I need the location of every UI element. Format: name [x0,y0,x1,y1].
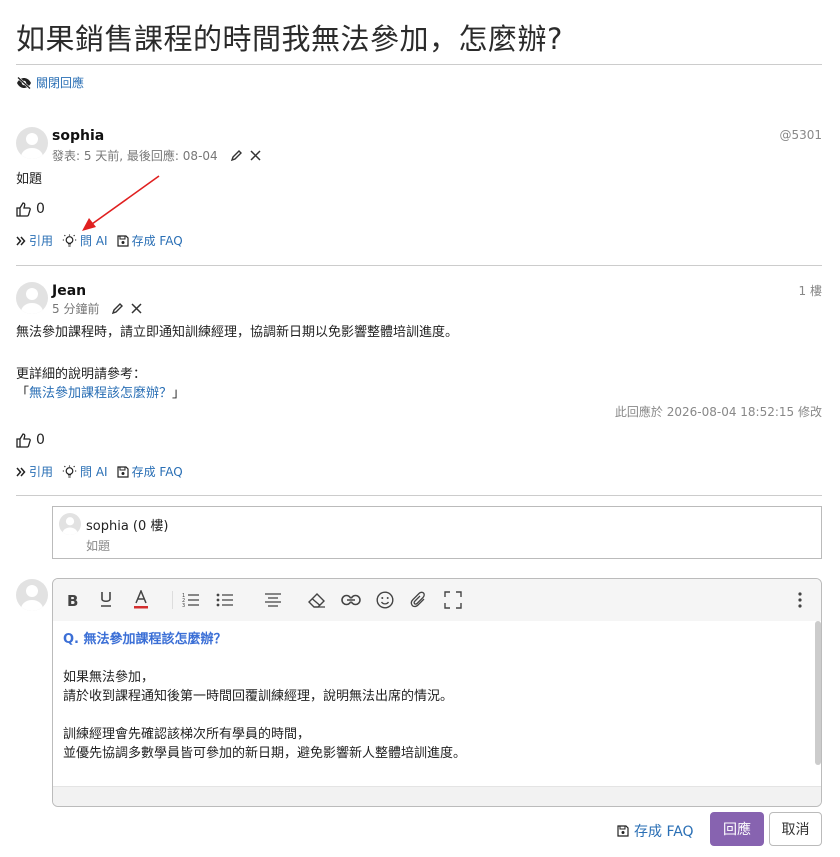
editor-scrollbar[interactable] [815,621,821,765]
like-button[interactable]: 0 [16,201,45,217]
align-center-icon[interactable] [261,588,285,612]
editor-paragraph-line: 並優先協調多數學員皆可參加的新日期，避免影響新人整體培訓進度。 [63,746,467,761]
quote-button[interactable]: 引用 [16,232,53,249]
close-reply-label: 關閉回應 [36,76,85,90]
post-body-line: 無法參加課程時，請立即通知訓練經理，協調新日期以免影響整體培訓進度。 [16,325,459,340]
font-color-icon[interactable] [129,588,153,612]
avatar [16,579,48,611]
reply-button[interactable]: 回應 [710,812,764,846]
post-body: 如題 [16,172,43,187]
reply-editor: B 123 Q. 無法參加課程該怎麼辦？ 如果無法參加， 請於收到課程通知後第一… [52,578,822,807]
title-divider [16,64,822,65]
thumbs-up-icon [16,432,31,448]
save-icon [116,234,129,247]
bullet-list-icon[interactable] [213,588,237,612]
reference-link[interactable]: 無法參加課程該怎麼辦？ [29,386,172,401]
svg-text:3: 3 [182,603,185,608]
page-title: 如果銷售課程的時間我無法參加，怎麼辦? [16,22,563,56]
quote-button[interactable]: 引用 [16,463,53,480]
like-button[interactable]: 0 [16,432,45,448]
more-icon[interactable] [788,588,812,612]
lightbulb-icon [62,234,77,247]
editor-text-area[interactable]: Q. 無法參加課程該怎麼辦？ 如果無法參加， 請於收到課程通知後第一時間回覆訓練… [53,621,817,787]
editor-paragraph-line: 如果無法參加， [63,670,155,685]
avatar[interactable] [16,127,48,159]
reference-line: 「無法參加課程該怎麼辦？」 [16,386,186,401]
post-floor: @5301 [779,128,822,142]
post-body-line: 更詳細的說明請參考： [16,367,147,382]
pencil-icon[interactable] [230,149,243,162]
ask-ai-button[interactable]: 問 AI [62,232,108,249]
fullscreen-icon[interactable] [441,588,465,612]
save-faq-button[interactable]: 存成 FAQ [617,821,694,841]
save-icon [116,465,129,478]
save-faq-button[interactable]: 存成 FAQ [116,463,183,480]
close-icon[interactable] [130,302,143,315]
save-faq-button[interactable]: 存成 FAQ [116,232,183,249]
post-meta: 5 分鐘前 [52,300,143,317]
avatar[interactable] [16,282,48,314]
thumbs-up-icon [16,201,31,217]
ordered-list-icon[interactable]: 123 [179,588,203,612]
editor-paragraph-line: 請於收到課程通知後第一時間回覆訓練經理，說明無法出席的情況。 [63,689,454,704]
attachment-icon[interactable] [407,588,431,612]
bold-icon[interactable]: B [60,588,84,612]
editor-resize-bar[interactable] [53,786,821,806]
post-author[interactable]: sophia [52,128,104,144]
save-icon [617,825,629,837]
like-count: 0 [36,201,45,217]
post-divider [16,495,822,496]
close-icon[interactable] [249,149,262,162]
avatar [59,513,81,535]
double-chevron-right-icon [16,467,26,477]
eraser-icon[interactable] [305,588,329,612]
editor-paragraph-line: 訓練經理會先確認該梯次所有學員的時間， [63,727,311,742]
post-author[interactable]: Jean [52,283,86,299]
like-count: 0 [36,432,45,448]
quote-preview: sophia (0 樓) 如題 [52,506,822,559]
double-chevron-right-icon [16,236,26,246]
quote-body: 如題 [86,539,111,553]
eye-slash-icon [16,76,32,89]
svg-text:B: B [67,592,78,608]
editor-question: Q. 無法參加課程該怎麼辦？ [63,632,227,647]
ask-ai-button[interactable]: 問 AI [62,463,108,480]
emoji-icon[interactable] [373,588,397,612]
post-timestamp: 5 分鐘前 [52,302,100,316]
editor-toolbar: B 123 [53,579,821,621]
lightbulb-icon [62,465,77,478]
post-timestamp: 發表: 5 天前, 最後回應: 08-04 [52,149,218,163]
post-meta: 發表: 5 天前, 最後回應: 08-04 [52,147,262,164]
annotation-arrow [82,175,160,231]
pencil-icon[interactable] [111,302,124,315]
post-floor: 1 樓 [798,284,822,298]
post-divider [16,265,822,266]
close-reply-link[interactable]: 關閉回應 [16,74,84,91]
quote-title: sophia (0 樓) [86,519,169,534]
link-icon[interactable] [339,588,363,612]
underline-icon[interactable] [94,588,118,612]
post-actions: 引用 問 AI 存成 FAQ [16,232,192,249]
edit-note: 此回應於 2026-08-04 18:52:15 修改 [614,405,822,419]
post-actions: 引用 問 AI 存成 FAQ [16,463,192,480]
toolbar-separator [172,591,173,609]
cancel-button[interactable]: 取消 [769,812,822,846]
